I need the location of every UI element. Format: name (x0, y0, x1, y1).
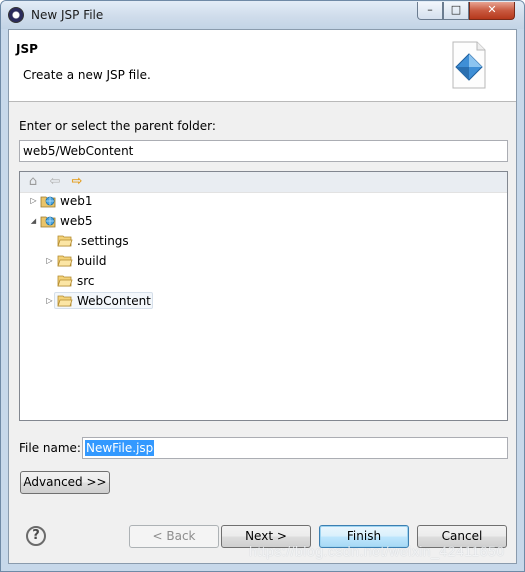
home-icon[interactable]: ⌂ (25, 174, 41, 190)
dialog-client-area: JSP Create a new JSP file. Enter or sele… (8, 29, 517, 564)
folder-icon (57, 235, 73, 247)
tree-item-label: src (77, 274, 95, 288)
page-description: Create a new JSP file. (23, 68, 151, 82)
file-name-selected-text: NewFile.jsp (85, 440, 155, 456)
title-bar[interactable]: New JSP File – □ ✕ (1, 1, 524, 29)
window-title: New JSP File (31, 8, 104, 22)
tree-item-label: WebContent (77, 294, 151, 308)
expand-arrow-icon[interactable]: ▷ (45, 252, 54, 270)
web-project-icon (40, 196, 56, 208)
folder-icon (57, 255, 73, 267)
tree-item-src[interactable]: src (20, 272, 507, 290)
wizard-header: JSP Create a new JSP file. (9, 30, 516, 102)
expand-arrow-icon[interactable]: ▷ (45, 292, 54, 310)
page-title: JSP (16, 42, 38, 56)
expand-arrow-icon[interactable]: ▷ (29, 192, 38, 210)
tree-item-label: .settings (77, 234, 129, 248)
tree-item-label: web5 (60, 214, 93, 228)
folder-icon (57, 275, 73, 287)
eclipse-app-icon (8, 7, 24, 23)
tree-item-webcontent[interactable]: ▷ WebContent (20, 292, 507, 310)
tree-item-label: build (77, 254, 107, 268)
folder-tree[interactable]: ⌂ ⇦ ⇨ ▷ web1 ◢ web5 .settings ▷ build sr… (19, 171, 508, 421)
tree-item-web1[interactable]: ▷ web1 (20, 192, 507, 210)
file-name-input[interactable]: NewFile.jsp (82, 437, 508, 459)
back-button[interactable]: < Back (129, 525, 219, 548)
close-button[interactable]: ✕ (469, 2, 515, 20)
back-arrow-icon[interactable]: ⇦ (47, 174, 63, 190)
forward-arrow-icon[interactable]: ⇨ (69, 174, 85, 190)
parent-folder-input[interactable] (19, 140, 508, 162)
minimize-button[interactable]: – (417, 2, 443, 20)
parent-folder-label: Enter or select the parent folder: (19, 119, 216, 133)
advanced-button[interactable]: Advanced >> (20, 471, 110, 494)
dialog-window: New JSP File – □ ✕ JSP Create a new JSP … (0, 0, 525, 572)
jsp-file-wizard-icon (452, 41, 486, 89)
tree-item-web5[interactable]: ◢ web5 (20, 212, 507, 230)
tree-toolbar: ⌂ ⇦ ⇨ (20, 172, 507, 193)
collapse-arrow-icon[interactable]: ◢ (29, 212, 38, 230)
tree-item-label: web1 (60, 194, 93, 208)
watermark-text: https://blog.csdn.net/weixin_42411650 (249, 543, 505, 559)
web-project-icon (40, 216, 56, 228)
tree-item-settings[interactable]: .settings (20, 232, 507, 250)
file-name-label: File name: (19, 441, 81, 455)
tree-item-build[interactable]: ▷ build (20, 252, 507, 270)
help-icon[interactable]: ? (26, 526, 46, 546)
maximize-button[interactable]: □ (443, 2, 469, 20)
folder-icon (57, 295, 73, 307)
